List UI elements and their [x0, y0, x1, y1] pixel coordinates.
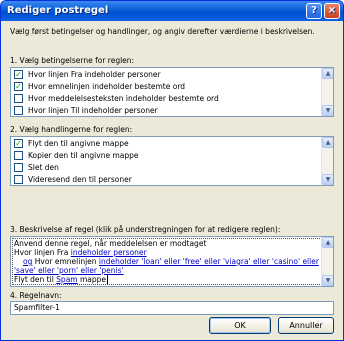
rulename-input[interactable]: Spamfilter-1 [10, 301, 334, 315]
description-line-2: Hvor linjen Fra indeholder personer [14, 248, 147, 257]
checkbox-empty[interactable] [14, 106, 23, 115]
action-label: Slet den [28, 163, 59, 172]
action-label: Videresend den til personer [28, 175, 132, 184]
check-icon[interactable]: ✓ [14, 70, 23, 79]
action-item-delete[interactable]: Slet den [14, 162, 314, 173]
cancel-button[interactable]: Annuller [278, 317, 334, 334]
scroll-up-icon[interactable]: ▲ [322, 137, 333, 148]
folder-link[interactable]: Spam [56, 275, 77, 284]
description-line-1: Anvend denne regel, når meddelelsen er m… [14, 239, 207, 248]
conditions-scrollbar[interactable]: ▲ ▼ [321, 68, 333, 116]
action-item-forward[interactable]: Videresend den til personer [14, 174, 314, 185]
scroll-down-icon[interactable]: ▼ [322, 105, 333, 116]
description-label: 3. Beskrivelse af regel (klik på underst… [10, 225, 281, 234]
rulename-label: 4. Regelnavn: [10, 291, 62, 300]
action-label: Kopier den til angivne mappe [28, 151, 139, 160]
condition-item-to[interactable]: Hvor linjen Til indeholder personer [14, 105, 314, 116]
conditions-label: 1. Vælg betingelserne for reglen: [10, 56, 135, 65]
from-contains-link[interactable]: indeholder personer [71, 248, 147, 257]
subject-words-link-cont[interactable]: 'save' eller 'porn' eller 'penis' [14, 266, 124, 275]
description-line-3: og Hvor emnelinjen indeholder 'loan' ell… [23, 257, 319, 266]
description-scrollbar[interactable]: ▲ ▼ [321, 237, 333, 286]
window-title: Rediger postregel [7, 5, 109, 16]
from-text: Hvor linjen Fra [14, 248, 71, 257]
subject-text: Hvor emnelinjen [32, 257, 99, 266]
dialog-body: Vælg først betingelser og handlinger, og… [1, 21, 343, 340]
condition-label: Hvor linjen Til indeholder personer [28, 106, 158, 115]
condition-item-subject[interactable]: ✓ Hvor emnelinjen indeholder bestemte or… [14, 81, 314, 92]
checkbox-empty[interactable] [14, 163, 23, 172]
action-label: Flyt den til angivne mappe [28, 139, 129, 148]
conditions-list[interactable]: ✓ Hvor linjen Fra indeholder personer ✓ … [10, 67, 334, 117]
subject-words-link[interactable]: indeholder 'loan' eller 'free' eller 'vi… [99, 257, 319, 266]
actions-scrollbar[interactable]: ▲ ▼ [321, 137, 333, 185]
description-line-4: 'save' eller 'porn' eller 'penis' [14, 266, 124, 275]
text-cursor [107, 275, 111, 284]
and-link[interactable]: og [23, 257, 32, 266]
action-item-move[interactable]: ✓ Flyt den til angivne mappe [14, 138, 314, 149]
condition-item-body[interactable]: Hvor meddelelsesteksten indeholder beste… [14, 93, 314, 104]
scroll-down-icon[interactable]: ▼ [322, 275, 333, 286]
scroll-down-icon[interactable]: ▼ [322, 174, 333, 185]
move-text: Flyt den til [14, 275, 57, 284]
check-icon[interactable]: ✓ [14, 82, 23, 91]
actions-label: 2. Vælg handlingerne for reglen: [10, 125, 133, 134]
ok-button[interactable]: OK [209, 317, 271, 334]
action-item-copy[interactable]: Kopier den til angivne mappe [14, 150, 314, 161]
condition-label: Hvor emnelinjen indeholder bestemte ord [28, 82, 186, 91]
description-line-5: Flyt den til Spam mappe [14, 275, 111, 284]
condition-label: Hvor linjen Fra indeholder personer [28, 70, 161, 79]
condition-item-from[interactable]: ✓ Hvor linjen Fra indeholder personer [14, 69, 314, 80]
check-icon[interactable]: ✓ [14, 139, 23, 148]
dialog-window: Rediger postregel ? × Vælg først betinge… [0, 0, 344, 341]
condition-label: Hvor meddelelsesteksten indeholder beste… [28, 94, 219, 103]
checkbox-empty[interactable] [14, 94, 23, 103]
checkbox-empty[interactable] [14, 151, 23, 160]
scroll-up-icon[interactable]: ▲ [322, 68, 333, 79]
folder-suffix-text: mappe [77, 275, 107, 284]
help-icon[interactable]: ? [306, 3, 322, 19]
checkbox-empty[interactable] [14, 175, 23, 184]
close-icon[interactable]: × [324, 3, 340, 19]
intro-text: Vælg først betingelser og handlinger, og… [10, 27, 315, 36]
actions-list[interactable]: ✓ Flyt den til angivne mappe Kopier den … [10, 136, 334, 186]
rule-description-box[interactable]: Anvend denne regel, når meddelelsen er m… [10, 236, 334, 287]
title-bar: Rediger postregel ? × [1, 1, 343, 21]
scroll-up-icon[interactable]: ▲ [322, 237, 333, 248]
